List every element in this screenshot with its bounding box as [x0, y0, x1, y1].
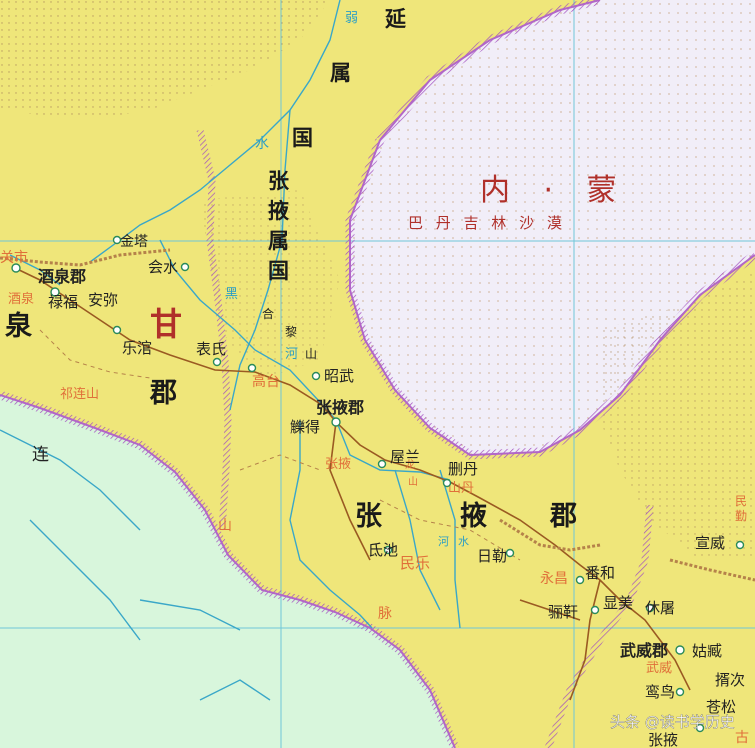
place-guan: 关	[0, 250, 14, 266]
place-xianmei: 显美	[603, 594, 633, 612]
label-river-he-small: 河	[438, 535, 449, 548]
label-river-zhangye: 张掖	[325, 457, 351, 472]
place-lufu: 禄福	[48, 293, 78, 311]
place-lude: 觻得	[290, 418, 320, 436]
place-jinta: 金塔	[120, 234, 148, 250]
label-qilian: 祁连山	[60, 386, 99, 402]
label-heli-3: 山	[305, 347, 317, 361]
label-jiuquan-region: 泉	[5, 310, 33, 342]
place-shi: 市	[14, 249, 28, 266]
place-shandan: 删丹	[448, 460, 478, 478]
place-wuwei-jun: 武威郡	[620, 641, 668, 660]
label-river-shandan: 山丹	[448, 481, 474, 496]
label-jun: 郡	[149, 378, 177, 409]
label-river-jiuquan: 酒泉	[8, 291, 34, 307]
label-shan: 山	[218, 518, 232, 534]
label-heli-2: 黎	[285, 325, 297, 339]
place-anmi: 安弥	[88, 291, 118, 309]
place-rile: 日勒	[477, 547, 507, 565]
label-juyan-3: 国	[292, 125, 313, 150]
label-river-hei: 黑	[225, 287, 238, 302]
label-minqin-2: 勤	[735, 509, 747, 523]
place-leguan: 乐涫	[122, 339, 152, 357]
label-minle: 民乐	[400, 554, 430, 572]
label-minqin-1: 民	[735, 494, 747, 508]
label-juyan-1: 延	[384, 6, 407, 31]
label-river-shui-small: 水	[458, 535, 469, 548]
place-luanniao: 鸾鸟	[645, 683, 675, 701]
place-biaoshi: 表氏	[196, 340, 226, 358]
label-zhangye-jun-3: 郡	[549, 501, 577, 532]
label-wuwei-orange: 武威	[646, 661, 672, 676]
place-gu: 古	[735, 730, 749, 746]
label-inner-mongolia: 内 · 蒙	[480, 173, 629, 208]
label-zhangye-jun-1: 张	[355, 501, 383, 532]
label-gaotai: 高台	[252, 373, 280, 390]
label-zhangye-shuguo-4: 国	[268, 258, 289, 283]
place-zhangye-jun-seat: 张掖郡	[316, 398, 364, 417]
place-zhangye-city: 张掖	[648, 731, 678, 748]
label-river-he: 河	[285, 347, 298, 362]
place-shichi: 氐池	[368, 541, 398, 559]
place-guzang: 姑臧	[692, 642, 722, 660]
place-zhaowu: 昭武	[324, 367, 354, 385]
label-zhangye-shuguo-2: 掖	[268, 198, 289, 223]
label-zhangye-jun-2: 掖	[460, 501, 487, 532]
label-river-ruo: 弱	[345, 11, 358, 26]
place-fanhe: 番和	[585, 564, 615, 582]
label-gan: 甘	[150, 305, 182, 343]
label-mai: 脉	[378, 606, 392, 622]
place-lixuan: 骊靬	[548, 603, 578, 621]
label-zhangye-shuguo-1: 张	[268, 168, 290, 193]
label-heli-1: 合	[262, 306, 274, 321]
label-juyan-2: 属	[330, 60, 351, 85]
place-zhaci: 揟次	[715, 671, 745, 689]
watermark: 头条 @读书学历史	[610, 713, 735, 731]
place-huishui: 会水	[148, 258, 178, 276]
label-river-shui: 水	[255, 136, 269, 152]
label-badain-jaran: 巴 丹 吉 林 沙 漠	[408, 214, 566, 232]
label-yongchang: 永昌	[540, 571, 568, 587]
place-xiuchu: 休屠	[645, 599, 675, 617]
place-xuanwei: 宣威	[695, 534, 725, 552]
label-zhangye-shuguo-3: 属	[268, 228, 289, 253]
place-wulan: 屋兰	[390, 448, 420, 466]
label-lian: 连	[32, 445, 49, 465]
historical-map: 延 属 国 张 掖 属 国 内 · 蒙 巴 丹 吉 林 沙 漠 泉 甘 郡 张 …	[0, 0, 755, 748]
place-jiuquan-jun: 酒泉郡	[38, 267, 86, 286]
label-longshou-2: 山	[408, 476, 418, 488]
